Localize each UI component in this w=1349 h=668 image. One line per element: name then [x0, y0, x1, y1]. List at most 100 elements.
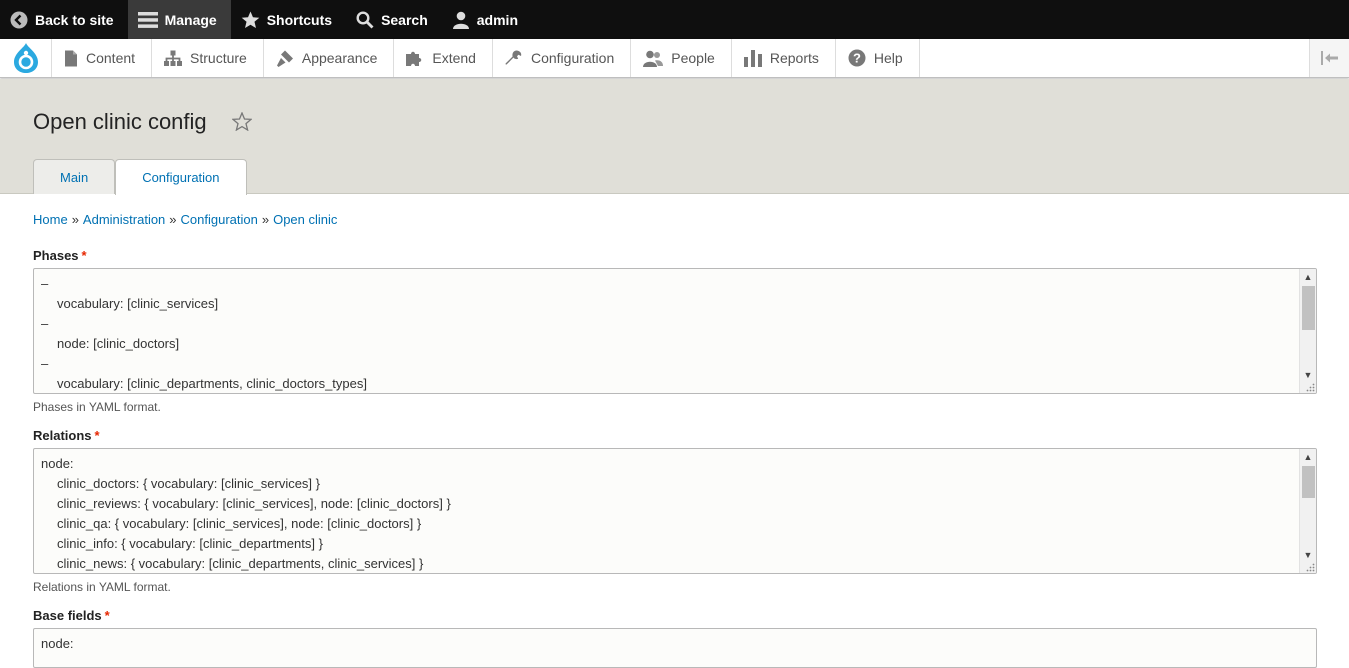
tab-configuration[interactable]: Configuration — [115, 159, 247, 195]
admin-menu-tray: Content Structure Appearance Extend Conf… — [0, 39, 1349, 78]
menu-configuration-label: Configuration — [530, 50, 615, 66]
svg-text:?: ? — [853, 51, 861, 66]
manage-label: Manage — [164, 11, 217, 28]
breadcrumb-administration[interactable]: Administration — [83, 212, 165, 227]
phases-line: – — [41, 276, 49, 291]
manage-tab[interactable]: Manage — [127, 0, 231, 39]
phases-line: vocabulary: [clinic_departments, clinic_… — [57, 376, 367, 391]
shortcut-star-icon[interactable] — [232, 112, 252, 131]
menu-help-label: Help — [873, 50, 903, 66]
search-tab[interactable]: Search — [346, 0, 442, 39]
wrench-icon — [505, 50, 522, 65]
phases-description: Phases in YAML format. — [33, 400, 161, 414]
search-label: Search — [381, 11, 428, 28]
menu-structure[interactable]: Structure — [152, 39, 264, 77]
required-marker: * — [81, 248, 87, 263]
menu-configuration[interactable]: Configuration — [493, 39, 632, 77]
page-header: Open clinic config Main Configuration — [0, 79, 1349, 195]
back-arrow-icon — [10, 11, 28, 28]
relations-line: clinic_doctors: { vocabulary: [clinic_se… — [57, 476, 321, 491]
relations-line: node: — [41, 456, 74, 471]
tray-orientation-toggle[interactable] — [1309, 39, 1349, 77]
breadcrumb-configuration[interactable]: Configuration — [181, 212, 258, 227]
tab-main-label: Main — [60, 169, 89, 185]
relations-line: clinic_news: { vocabulary: [clinic_depar… — [57, 556, 424, 571]
base-fields-label: Base fields * — [33, 608, 110, 623]
menu-people[interactable]: People — [631, 39, 732, 77]
user-tab[interactable]: admin — [442, 0, 532, 39]
menu-appearance[interactable]: Appearance — [264, 39, 395, 77]
menu-extend-label: Extend — [432, 50, 476, 66]
base-fields-label-text: Base fields — [33, 608, 102, 623]
scroll-up-icon[interactable]: ▲ — [1300, 269, 1316, 285]
phases-line: node: [clinic_doctors] — [57, 336, 180, 351]
relations-line: clinic_info: { vocabulary: [clinic_depar… — [57, 536, 323, 551]
menu-content[interactable]: Content — [52, 39, 153, 77]
relations-scrollbar[interactable]: ▲ ▼ — [1299, 449, 1316, 573]
breadcrumb-open-clinic[interactable]: Open clinic — [273, 212, 337, 227]
collapse-icon — [1320, 51, 1338, 65]
tab-configuration-label: Configuration — [142, 170, 220, 185]
menu-help[interactable]: ? Help — [836, 39, 920, 77]
menu-appearance-label: Appearance — [301, 50, 378, 66]
required-marker: * — [94, 428, 100, 443]
relations-description: Relations in YAML format. — [33, 580, 171, 594]
drupal-drop-icon — [13, 43, 38, 73]
drupal-logo[interactable] — [0, 39, 52, 77]
phases-line: – — [41, 316, 49, 331]
menu-people-label: People — [671, 50, 715, 66]
breadcrumb-separator: » — [169, 212, 177, 227]
star-icon — [241, 10, 260, 28]
phases-line: – — [41, 356, 49, 371]
search-icon — [356, 10, 374, 28]
base-fields-textarea[interactable]: node: — [33, 628, 1317, 668]
relations-line: clinic_reviews: { vocabulary: [clinic_se… — [57, 496, 451, 511]
menu-reports-label: Reports — [769, 50, 819, 66]
menu-icon — [137, 11, 158, 28]
breadcrumb-home[interactable]: Home — [33, 212, 68, 227]
shortcuts-label: Shortcuts — [266, 11, 333, 28]
page-title: Open clinic config — [33, 109, 207, 134]
phases-textarea[interactable]: – vocabulary: [clinic_services] – node: … — [33, 268, 1317, 394]
tray-spacer — [920, 39, 1309, 77]
puzzle-icon — [406, 51, 422, 66]
scroll-down-icon[interactable]: ▼ — [1300, 547, 1316, 563]
user-label: admin — [476, 11, 518, 28]
relations-label: Relations * — [33, 428, 100, 443]
tab-main[interactable]: Main — [33, 159, 116, 194]
admin-toolbar: Back to site Manage Shortcuts Search adm… — [0, 0, 1349, 39]
scroll-down-icon[interactable]: ▼ — [1300, 367, 1316, 383]
base-fields-line: node: — [41, 636, 74, 651]
document-icon — [65, 50, 77, 66]
back-to-site-label: Back to site — [35, 11, 114, 28]
phases-line: vocabulary: [clinic_services] — [57, 296, 219, 311]
primary-tabs: Main Configuration — [33, 159, 247, 195]
paint-icon — [276, 50, 293, 67]
breadcrumb-separator: » — [261, 212, 270, 227]
scroll-up-icon[interactable]: ▲ — [1300, 449, 1316, 465]
back-to-site-link[interactable]: Back to site — [0, 0, 128, 39]
user-icon — [452, 11, 469, 29]
menu-reports[interactable]: Reports — [732, 39, 836, 77]
phases-label-text: Phases — [33, 248, 79, 263]
required-marker: * — [104, 608, 110, 623]
shortcuts-tab[interactable]: Shortcuts — [231, 0, 346, 39]
resize-grip-icon[interactable] — [1306, 383, 1315, 392]
relations-line: clinic_qa: { vocabulary: [clinic_service… — [57, 516, 422, 531]
breadcrumb: Home» Administration» Configuration» Open c… — [33, 212, 337, 227]
breadcrumb-separator: » — [71, 212, 79, 227]
menu-structure-label: Structure — [190, 50, 247, 66]
help-icon: ? — [848, 49, 866, 67]
phases-scrollbar[interactable]: ▲ ▼ — [1299, 269, 1316, 393]
relations-textarea[interactable]: node: clinic_doctors: { vocabulary: [cli… — [33, 448, 1317, 574]
scroll-thumb[interactable] — [1302, 466, 1315, 498]
phases-label: Phases * — [33, 248, 87, 263]
resize-grip-icon[interactable] — [1306, 563, 1315, 572]
sitemap-icon — [164, 50, 183, 66]
relations-label-text: Relations — [33, 428, 92, 443]
scroll-thumb[interactable] — [1302, 286, 1315, 330]
bar-chart-icon — [743, 49, 762, 67]
menu-extend[interactable]: Extend — [394, 39, 493, 77]
menu-content-label: Content — [86, 50, 136, 66]
people-icon — [643, 50, 664, 67]
